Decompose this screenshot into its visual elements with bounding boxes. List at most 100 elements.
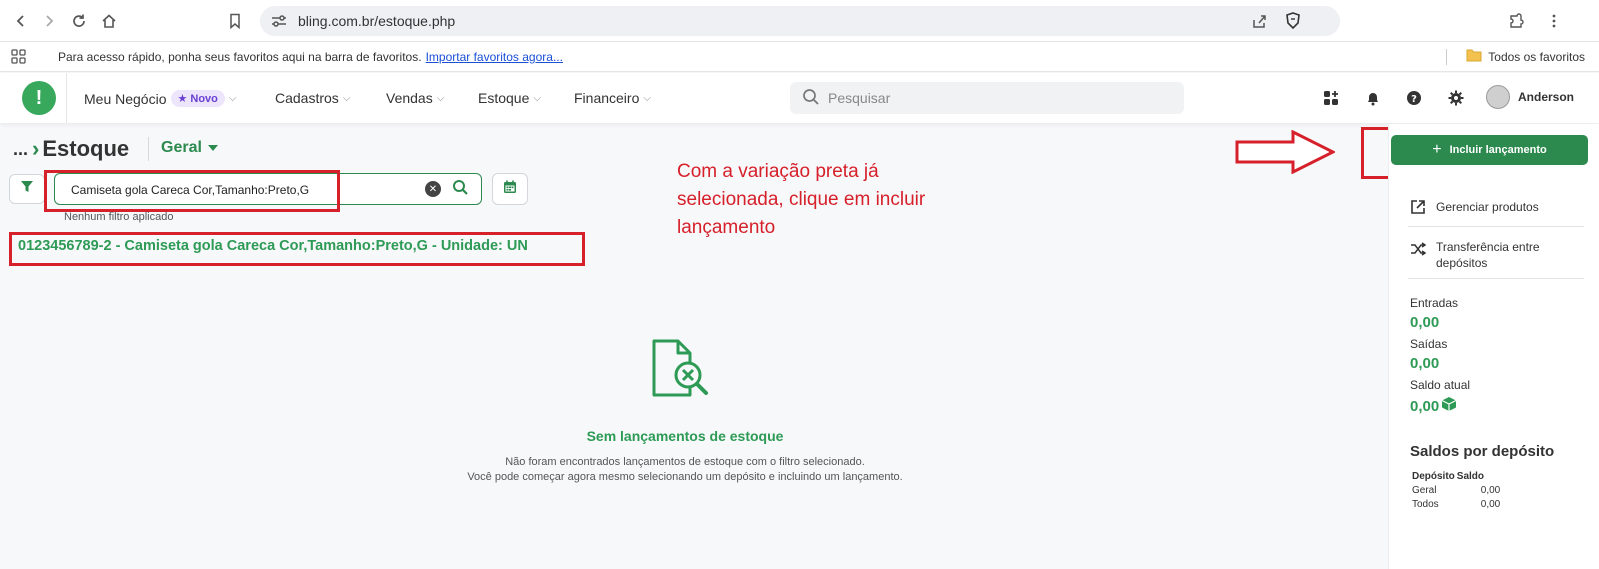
star-icon: ★: [177, 93, 188, 105]
saldo-value: 0,00: [1410, 397, 1440, 415]
instruction-annotation: Com a variação preta já selecionada, cli…: [677, 161, 926, 238]
extensions-icon[interactable]: [1506, 10, 1528, 32]
bookmarks-hint: Para acesso rápido, ponha seus favoritos…: [58, 50, 563, 64]
bookmark-icon[interactable]: [224, 10, 246, 32]
search-icon[interactable]: [452, 179, 469, 201]
menu-financeiro-label: Financeiro: [574, 90, 640, 106]
gear-icon[interactable]: [1447, 89, 1465, 107]
menu-meu-negocio-label: Meu Negócio: [84, 90, 167, 107]
empty-state-line-1: Não foram encontrados lançamentos de est…: [505, 456, 865, 468]
search-icon: [802, 88, 820, 111]
breadcrumb-prefix[interactable]: ...: [13, 139, 28, 160]
menu-meu-negocio[interactable]: Meu Negócio ★ Novo ⌵: [84, 90, 236, 107]
table-header: Saldo: [1456, 471, 1485, 482]
annotation-box-filter: [44, 170, 340, 212]
import-bookmarks-link[interactable]: Importar favoritos agora...: [426, 50, 563, 64]
chevron-down-icon: ⌵: [643, 92, 651, 104]
back-icon[interactable]: [10, 10, 32, 32]
table-cell: Todos: [1412, 499, 1439, 510]
table-row: Geral 0,00: [1412, 484, 1502, 498]
filter-button[interactable]: [9, 174, 45, 204]
saldo-value-row: 0,00: [1410, 396, 1457, 416]
sidebar-divider: [1408, 278, 1584, 279]
share-icon[interactable]: [1250, 12, 1268, 30]
title-divider: [148, 137, 149, 161]
table-header-row: Depósito Saldo: [1412, 470, 1502, 484]
apps-grid-icon[interactable]: [10, 48, 28, 69]
chevron-down-icon: ⌵: [436, 92, 445, 104]
novo-badge: ★ Novo: [170, 90, 225, 107]
bling-logo[interactable]: !: [22, 81, 56, 115]
url-bar[interactable]: bling.com.br/estoque.php: [260, 6, 1340, 36]
menu-estoque[interactable]: Estoque ⌵: [478, 90, 541, 106]
product-variation-link[interactable]: 0123456789-2 - Camiseta gola Careca Cor,…: [18, 238, 528, 254]
menu-icon[interactable]: [1543, 10, 1565, 32]
bell-icon[interactable]: [1364, 89, 1382, 107]
transfer-deposits-label: Transferência entre depósitos: [1436, 240, 1540, 270]
table-cell: Geral: [1412, 485, 1437, 496]
menu-financeiro[interactable]: Financeiro ⌵: [574, 90, 651, 106]
deposit-select[interactable]: Geral: [161, 139, 218, 157]
plus-icon: +: [1432, 141, 1442, 158]
page-title: Estoque: [42, 136, 130, 161]
sidebar-divider: [1408, 226, 1584, 227]
calendar-icon: [503, 180, 517, 199]
shuffle-icon: [1410, 239, 1427, 271]
include-entry-label: Incluir lançamento: [1449, 144, 1547, 156]
menu-vendas-label: Vendas: [386, 90, 433, 106]
entradas-label: Entradas: [1410, 296, 1459, 310]
menu-cadastros-label: Cadastros: [275, 90, 339, 106]
header-divider: [66, 73, 67, 123]
brave-shield-icon[interactable]: [1284, 12, 1302, 30]
avatar[interactable]: [1486, 85, 1510, 109]
bookmarks-divider: [1446, 49, 1447, 65]
global-search[interactable]: [790, 82, 1184, 114]
url-text[interactable]: bling.com.br/estoque.php: [298, 13, 455, 29]
menu-vendas[interactable]: Vendas ⌵: [386, 90, 444, 106]
document-search-icon: [650, 337, 714, 404]
all-bookmarks[interactable]: Todos os favoritos: [1466, 48, 1585, 65]
entradas-value: 0,00: [1410, 314, 1440, 331]
home-icon[interactable]: [98, 10, 120, 32]
table-header: Depósito: [1412, 471, 1455, 482]
table-cell: 0,00: [1480, 485, 1501, 496]
table-cell: 0,00: [1480, 499, 1501, 510]
include-entry-button[interactable]: + Incluir lançamento: [1391, 135, 1588, 165]
chevron-down-icon: ⌵: [228, 93, 237, 104]
folder-icon: [1466, 48, 1482, 65]
empty-state-description: Não foram encontrados lançamentos de est…: [0, 455, 1370, 485]
empty-state-title: Sem lançamentos de estoque: [586, 428, 784, 444]
clear-icon[interactable]: ✕: [425, 181, 441, 197]
user-name[interactable]: Anderson: [1518, 90, 1574, 104]
chevron-right-icon: ›: [32, 136, 40, 161]
deposits-table: Depósito Saldo Geral 0,00 Todos 0,00: [1412, 470, 1502, 512]
svg-text:?: ?: [1411, 94, 1417, 105]
menu-estoque-label: Estoque: [478, 90, 530, 106]
deposits-heading: Saldos por depósito: [1410, 443, 1555, 460]
manage-products-label: Gerenciar produtos: [1436, 200, 1539, 214]
saidas-value: 0,00: [1410, 355, 1440, 372]
breadcrumb: ... › Estoque: [13, 136, 129, 162]
saldo-label: Saldo atual: [1410, 378, 1471, 392]
global-search-input[interactable]: [828, 87, 1168, 109]
deposit-select-label: Geral: [161, 139, 202, 156]
filter-status: Nenhum filtro aplicado: [64, 211, 174, 223]
bookmarks-bar: Para acesso rápido, ponha seus favoritos…: [0, 42, 1599, 72]
annotation-arrow-icon: [1235, 130, 1335, 174]
manage-products-link[interactable]: Gerenciar produtos: [1410, 199, 1539, 219]
help-icon[interactable]: ?: [1405, 89, 1423, 107]
widgets-icon[interactable]: [1322, 89, 1340, 107]
menu-cadastros[interactable]: Cadastros ⌵: [275, 90, 350, 106]
reload-icon[interactable]: [68, 10, 90, 32]
forward-icon[interactable]: [38, 10, 60, 32]
empty-state-line-2: Você pode começar agora mesmo selecionan…: [467, 471, 903, 483]
app-header: ! Meu Negócio ★ Novo ⌵ Cadastros ⌵ Venda…: [0, 73, 1599, 123]
table-row: Todos 0,00: [1412, 498, 1502, 512]
bookmarks-hint-text: Para acesso rápido, ponha seus favoritos…: [58, 50, 422, 64]
site-settings-icon[interactable]: [270, 12, 288, 30]
transfer-deposits-link[interactable]: Transferência entre depósitos: [1410, 239, 1560, 271]
chevron-down-icon: ⌵: [342, 92, 351, 104]
caret-down-icon: [207, 139, 218, 157]
calendar-button[interactable]: [492, 173, 528, 205]
filter-icon: [21, 180, 33, 198]
